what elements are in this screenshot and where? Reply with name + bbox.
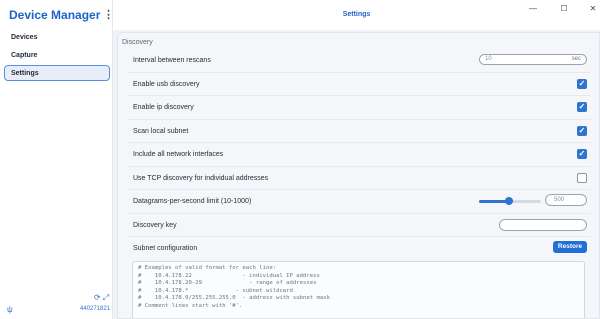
config-line: # 10.4.178.20-29 - range of addresses	[138, 280, 317, 287]
subnet-scan-row: Scan local subnet ✓	[128, 120, 591, 143]
discovery-key-row: Discovery key	[128, 214, 591, 237]
sidebar-nav: Devices Capture Settings	[4, 29, 110, 83]
datagrams-label: Datagrams-per-second limit (10-1000)	[133, 198, 252, 205]
title-bar: Settings — ☐ ✕	[113, 0, 600, 30]
interfaces-label: Include all network interfaces	[133, 151, 224, 158]
rescan-interval-input[interactable]: 10 sec	[479, 54, 587, 65]
restore-button[interactable]: Restore	[553, 241, 587, 253]
config-line: # Examples of valid format for each line…	[138, 265, 277, 271]
subnet-row: Subnet configuration Restore	[128, 237, 591, 261]
config-line: # 10.4.178.* - subnet wildcard	[138, 287, 293, 294]
settings-rows: Interval between rescans 10 sec Enable u…	[128, 49, 591, 261]
usb-checkbox[interactable]: ✓	[577, 78, 587, 89]
sidebar-footer-icons: ⟳ ⤢	[92, 293, 109, 303]
rescan-label: Interval between rescans	[133, 57, 211, 64]
tcp-row: Use TCP discovery for individual address…	[128, 167, 591, 190]
page-title: Settings	[342, 11, 371, 18]
refresh-icon[interactable]: ⟳	[94, 293, 101, 302]
maximize-icon[interactable]: ☐	[559, 4, 569, 13]
sidebar-item-settings[interactable]: Settings	[4, 65, 110, 81]
rescan-interval-value: 10	[485, 56, 492, 62]
subnet-scan-checkbox[interactable]: ✓	[577, 125, 587, 136]
interfaces-checkbox[interactable]: ✓	[577, 149, 587, 159]
config-line: # Comment lines start with '#'.	[138, 302, 243, 309]
rescan-row: Interval between rescans 10 sec	[128, 49, 591, 73]
datagrams-slider[interactable]	[479, 197, 541, 205]
minimize-icon[interactable]: —	[528, 4, 538, 13]
settings-panel: Discovery Interval between rescans 10 se…	[117, 32, 600, 319]
discovery-key-input[interactable]	[499, 218, 587, 231]
sidebar-item-capture[interactable]: Capture	[4, 47, 110, 63]
rescan-unit: sec	[571, 56, 581, 62]
subnet-scan-label: Scan local subnet	[133, 127, 189, 135]
tcp-label: Use TCP discovery for individual address…	[133, 174, 269, 182]
subnet-label: Subnet configuration	[133, 245, 198, 252]
ip-row: Enable ip discovery ✓	[128, 96, 591, 120]
close-icon[interactable]: ✕	[588, 4, 598, 13]
interfaces-row: Include all network interfaces ✓	[128, 143, 591, 167]
ip-checkbox[interactable]: ✓	[577, 102, 587, 112]
serial-number[interactable]: 440271821	[80, 306, 110, 312]
datagrams-input[interactable]: 500	[545, 194, 587, 206]
usb-row: Enable usb discovery ✓	[128, 73, 591, 96]
config-line: # 10.4.178.0/255.255.255.0 - address wit…	[138, 295, 330, 302]
config-line: # 10.4.178.22 - individual IP address	[138, 272, 320, 279]
kebab-icon[interactable]: ⋮	[103, 8, 114, 22]
expand-icon[interactable]: ⤢	[103, 293, 109, 302]
ip-label: Enable ip discovery	[133, 104, 194, 111]
discovery-key-label: Discovery key	[133, 221, 177, 229]
slider-thumb[interactable]	[505, 197, 514, 205]
datagrams-row: Datagrams-per-second limit (10-1000) 500	[128, 190, 591, 214]
usb-label: Enable usb discovery	[133, 80, 200, 88]
subnet-config-textarea[interactable]: # Examples of valid format for each line…	[132, 261, 585, 318]
sidebar: Device Manager ⋮ Devices Capture Setting…	[0, 0, 114, 319]
tcp-checkbox[interactable]	[577, 172, 587, 183]
sidebar-item-devices[interactable]: Devices	[4, 29, 110, 45]
usb-icon: ψ	[7, 305, 13, 314]
section-title: Discovery	[122, 39, 153, 46]
app-title: Device Manager	[9, 8, 101, 22]
